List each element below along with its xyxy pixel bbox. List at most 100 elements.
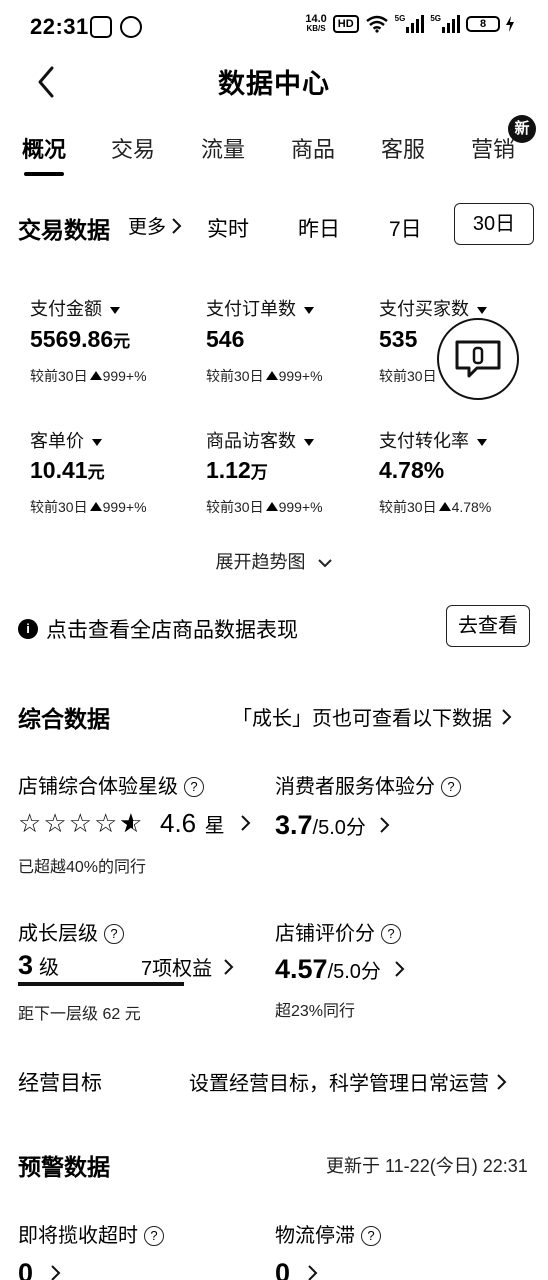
star-outline-icon: ☆ bbox=[68, 808, 92, 838]
metric-label-product-visitors[interactable]: 商品访客数 bbox=[206, 427, 314, 453]
notification-chat-icon bbox=[120, 16, 142, 38]
chevron-right-icon bbox=[395, 961, 405, 977]
metric-value-product-visitors: 1.12万 bbox=[206, 457, 268, 483]
store-experience-label: 店铺综合体验星级? bbox=[18, 770, 204, 799]
growth-page-link[interactable]: 「成长」页也可查看以下数据 bbox=[232, 702, 512, 731]
tab-trade[interactable]: 交易 bbox=[111, 132, 155, 164]
help-icon[interactable]: ? bbox=[144, 1226, 164, 1246]
rating-beyond-peers: 已超越40%的同行 bbox=[18, 859, 147, 876]
growth-rights-link[interactable]: 7项权益 bbox=[141, 952, 234, 981]
growth-progress-bar bbox=[18, 982, 184, 986]
metric-value-buyer-count: 535 bbox=[379, 326, 418, 352]
expand-trend-chart[interactable]: 展开趋势图 bbox=[0, 548, 548, 574]
status-notification-icons bbox=[90, 16, 142, 38]
dropdown-icon bbox=[477, 306, 487, 314]
arrow-up-icon bbox=[265, 502, 278, 511]
metric-value-order-count: 546 bbox=[206, 326, 245, 352]
growth-level-label: 成长层级? bbox=[18, 917, 124, 946]
status-indicators: 14.0 KB/S HD 5G 5G 8 bbox=[305, 14, 514, 34]
signal-sim1-icon: 5G bbox=[395, 15, 425, 33]
view-products-button[interactable]: 去查看 bbox=[446, 605, 530, 647]
info-icon: i bbox=[18, 619, 38, 639]
arrow-up-icon bbox=[438, 502, 451, 511]
dropdown-icon bbox=[477, 438, 487, 446]
chevron-right-icon bbox=[497, 1073, 507, 1090]
metric-label-buyer-count[interactable]: 支付买家数 bbox=[379, 295, 487, 321]
tab-customer-service[interactable]: 客服 bbox=[381, 132, 425, 164]
warning-updated-time: 更新于 11-22(今日) 22:31 bbox=[326, 1156, 528, 1176]
metric-label-conversion-rate[interactable]: 支付转化率 bbox=[379, 427, 487, 453]
signal-sim2-icon: 5G bbox=[430, 15, 460, 33]
metric-compare-product-visitors: 较前30日 999+% bbox=[206, 499, 323, 515]
review-beyond-peers: 超23%同行 bbox=[275, 1003, 356, 1020]
metric-label-payment-amount[interactable]: 支付金额 bbox=[30, 295, 120, 321]
trade-more-link[interactable]: 更多 bbox=[128, 212, 182, 239]
store-rating-value[interactable]: 4.6 星 bbox=[160, 808, 251, 839]
set-business-goal-link[interactable]: 设置经营目标，科学管理日常运营 bbox=[189, 1067, 507, 1096]
business-goal-label: 经营目标 bbox=[18, 1072, 102, 1095]
floating-customer-service-button[interactable] bbox=[437, 318, 519, 400]
chevron-right-icon bbox=[380, 817, 390, 833]
star-half-icon: ☆ ★ bbox=[119, 808, 143, 838]
help-icon[interactable]: ? bbox=[104, 924, 124, 944]
metric-compare-avg-order-price: 较前30日 999+% bbox=[30, 499, 147, 515]
hd-icon: HD bbox=[332, 15, 359, 33]
help-icon[interactable]: ? bbox=[381, 924, 401, 944]
wifi-icon bbox=[365, 15, 388, 33]
warning-section-title: 预警数据 bbox=[18, 1154, 110, 1180]
tab-products[interactable]: 商品 bbox=[291, 132, 335, 164]
help-icon[interactable]: ? bbox=[184, 777, 204, 797]
tab-overview[interactable]: 概况 bbox=[22, 132, 66, 164]
dropdown-icon bbox=[304, 438, 314, 446]
status-time: 22:31 bbox=[30, 14, 89, 39]
chevron-right-icon bbox=[502, 708, 512, 725]
growth-next-level: 距下一层级 62 元 bbox=[18, 1006, 141, 1023]
metric-compare-payment-amount: 较前30日 999+% bbox=[30, 368, 147, 384]
period-30-days[interactable]: 30日 bbox=[454, 203, 534, 245]
charging-icon bbox=[506, 16, 514, 32]
store-review-value[interactable]: 4.57/5.0分 bbox=[275, 954, 405, 985]
logistics-stagnant-value[interactable]: 0 bbox=[275, 1258, 318, 1280]
logistics-stagnant-label: 物流停滞? bbox=[275, 1219, 381, 1248]
metric-label-avg-order-price[interactable]: 客单价 bbox=[30, 427, 102, 453]
dropdown-icon bbox=[304, 306, 314, 314]
service-score-label: 消费者服务体验分? bbox=[275, 770, 461, 799]
chevron-right-icon bbox=[307, 1265, 317, 1280]
new-badge: 新 bbox=[508, 115, 536, 143]
help-icon[interactable]: ? bbox=[441, 777, 461, 797]
metric-compare-buyer-count: 较前30日 bbox=[379, 368, 437, 384]
network-speed: 14.0 KB/S bbox=[305, 13, 327, 34]
battery-icon: 8 bbox=[466, 16, 500, 32]
help-icon[interactable]: ? bbox=[361, 1226, 381, 1246]
metric-compare-order-count: 较前30日 999+% bbox=[206, 368, 323, 384]
tab-traffic[interactable]: 流量 bbox=[201, 132, 245, 164]
growth-level-value[interactable]: 3级 bbox=[18, 950, 59, 981]
store-review-label: 店铺评价分? bbox=[275, 917, 401, 946]
metric-label-order-count[interactable]: 支付订单数 bbox=[206, 295, 314, 321]
store-rating-stars[interactable]: ☆ ☆ ☆ ☆ ☆ ★ bbox=[18, 808, 143, 839]
notification-app-icon bbox=[90, 16, 112, 38]
arrow-up-icon bbox=[89, 502, 102, 511]
period-7-days[interactable]: 7日 bbox=[389, 213, 422, 243]
dropdown-icon bbox=[92, 438, 102, 446]
period-yesterday[interactable]: 昨日 bbox=[298, 213, 340, 243]
tab-marketing[interactable]: 营销 bbox=[471, 132, 515, 164]
star-outline-icon: ☆ bbox=[43, 808, 67, 838]
metric-compare-conversion-rate: 较前30日 4.78% bbox=[379, 499, 492, 515]
metric-value-payment-amount: 5569.86元 bbox=[30, 326, 131, 352]
chevron-right-icon bbox=[241, 815, 251, 831]
arrow-up-icon bbox=[265, 371, 278, 380]
chevron-right-icon bbox=[172, 217, 182, 234]
metric-value-conversion-rate: 4.78% bbox=[379, 457, 445, 483]
page-title: 数据中心 bbox=[218, 69, 330, 99]
dropdown-icon bbox=[110, 306, 120, 314]
service-score-value[interactable]: 3.7/5.0分 bbox=[275, 810, 390, 841]
arrow-up-icon bbox=[89, 371, 102, 380]
pickup-timeout-value[interactable]: 0 bbox=[18, 1258, 61, 1280]
star-outline-icon: ☆ bbox=[18, 808, 42, 838]
chat-bubble-icon bbox=[455, 340, 501, 378]
active-tab-indicator bbox=[24, 172, 64, 176]
period-realtime[interactable]: 实时 bbox=[207, 213, 249, 243]
pickup-timeout-label: 即将揽收超时? bbox=[18, 1219, 164, 1248]
all-products-tip: i 点击查看全店商品数据表现 bbox=[18, 614, 298, 644]
